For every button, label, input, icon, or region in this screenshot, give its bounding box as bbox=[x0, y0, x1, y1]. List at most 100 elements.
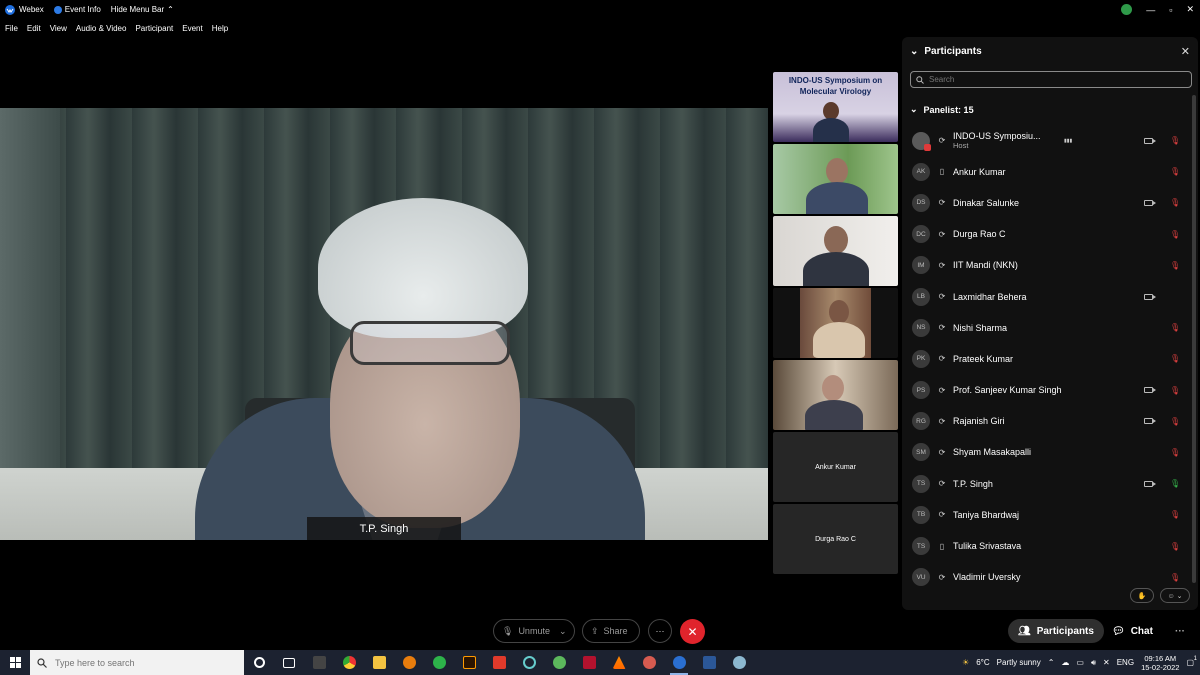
thumbnail-participant-2[interactable] bbox=[773, 144, 898, 214]
menu-file[interactable]: File bbox=[5, 24, 18, 33]
taskbar-search-input[interactable] bbox=[55, 657, 225, 668]
word-app-icon[interactable] bbox=[694, 650, 724, 675]
file-explorer-icon[interactable] bbox=[364, 650, 394, 675]
share-button[interactable]: ⇪ Share bbox=[582, 619, 640, 643]
close-panel-button[interactable]: ✕ bbox=[1181, 45, 1190, 58]
screen-recorder-icon[interactable] bbox=[484, 650, 514, 675]
menu-edit[interactable]: Edit bbox=[27, 24, 41, 33]
info-icon bbox=[53, 5, 62, 14]
mic-muted-icon[interactable]: 🎙︎ bbox=[1170, 386, 1180, 395]
weather-temperature[interactable]: 6°C bbox=[976, 658, 989, 667]
participant-row[interactable]: IM ⟳ IIT Mandi (NKN) 🎙︎ bbox=[912, 250, 1188, 281]
clock[interactable]: 09:16 AM 15-02-2022 bbox=[1141, 654, 1179, 672]
torrent-app-icon[interactable] bbox=[544, 650, 574, 675]
menu-audio-video[interactable]: Audio & Video bbox=[76, 24, 127, 33]
participant-row[interactable]: RG ⟳ Rajanish Giri 🎙︎ bbox=[912, 406, 1188, 437]
reactions-button[interactable]: ☺ ⌄ bbox=[1160, 588, 1190, 603]
blender-app-icon[interactable] bbox=[394, 650, 424, 675]
event-info-button[interactable]: Event Info bbox=[53, 5, 101, 14]
thumbnail-face bbox=[826, 158, 848, 184]
cloud-icon[interactable]: ☁ bbox=[1061, 658, 1069, 667]
participant-row[interactable]: TS ▯ Tulika Srivastava 🎙︎ bbox=[912, 530, 1188, 561]
language-indicator[interactable]: ENG bbox=[1117, 658, 1134, 667]
chevron-up-icon[interactable]: ⌃ bbox=[1048, 658, 1055, 667]
panel-header[interactable]: ⌄ Participants bbox=[910, 46, 982, 57]
volume-icon[interactable]: 🔊︎ bbox=[1091, 658, 1096, 668]
mendeley-app-icon[interactable] bbox=[574, 650, 604, 675]
paint-app-icon[interactable] bbox=[724, 650, 754, 675]
participant-row[interactable]: AK ▯ Ankur Kumar 🎙︎ bbox=[912, 156, 1188, 187]
task-view-icon[interactable] bbox=[274, 650, 304, 675]
search-input[interactable] bbox=[929, 75, 1179, 84]
participant-row[interactable]: NS ⟳ Nishi Sharma 🎙︎ bbox=[912, 312, 1188, 343]
hide-menu-bar-button[interactable]: Hide Menu Bar ⌃ bbox=[111, 5, 174, 14]
participant-row[interactable]: LB ⟳ Laxmidhar Behera bbox=[912, 281, 1188, 312]
mic-muted-icon[interactable]: 🎙︎ bbox=[1170, 261, 1180, 270]
display-icon[interactable]: ✕ bbox=[1103, 658, 1110, 667]
participant-row[interactable]: DC ⟳ Durga Rao C 🎙︎ bbox=[912, 219, 1188, 250]
leave-meeting-button[interactable]: ✕ bbox=[680, 619, 705, 644]
thumbnail-participant-3[interactable] bbox=[773, 216, 898, 286]
notion-app-icon[interactable] bbox=[304, 650, 334, 675]
menu-event[interactable]: Event bbox=[182, 24, 202, 33]
illustrator-app-icon[interactable] bbox=[454, 650, 484, 675]
mic-muted-icon[interactable]: 🎙︎ bbox=[1170, 354, 1180, 363]
cortana-icon[interactable] bbox=[244, 650, 274, 675]
chrome-app-icon[interactable] bbox=[334, 650, 364, 675]
participant-row[interactable]: PK ⟳ Prateek Kumar 🎙︎ bbox=[912, 343, 1188, 374]
user-avatar[interactable] bbox=[1121, 4, 1133, 15]
thumbnail-participant-5[interactable] bbox=[773, 360, 898, 430]
webex-app-icon[interactable] bbox=[664, 650, 694, 675]
mic-muted-icon[interactable]: 🎙︎ bbox=[1170, 230, 1180, 239]
chat-toggle-button[interactable]: 💬︎ Chat bbox=[1102, 619, 1163, 643]
mic-muted-icon[interactable]: 🎙︎ bbox=[1170, 167, 1180, 176]
thumbnail-participant-4[interactable] bbox=[773, 288, 898, 358]
main-video-stage[interactable]: T.P. Singh bbox=[0, 108, 768, 540]
mic-muted-icon[interactable]: 🎙︎ bbox=[1170, 510, 1180, 519]
participant-row[interactable]: TS ⟳ T.P. Singh 🎙︎ bbox=[912, 468, 1188, 499]
menu-help[interactable]: Help bbox=[212, 24, 228, 33]
participant-search[interactable] bbox=[910, 71, 1192, 88]
mic-muted-icon[interactable]: 🎙︎ bbox=[1170, 136, 1180, 145]
participant-row[interactable]: SM ⟳ Shyam Masakapalli 🎙︎ bbox=[912, 437, 1188, 468]
mic-muted-icon[interactable]: 🎙︎ bbox=[1170, 448, 1180, 457]
participant-row[interactable]: ⟳ INDO-US Symposiu... Host ▮▮▮ 🎙︎ bbox=[912, 125, 1188, 156]
thumbnail-durga-rao[interactable]: Durga Rao C bbox=[773, 504, 898, 574]
photos-app-icon[interactable] bbox=[634, 650, 664, 675]
circle-app-icon[interactable] bbox=[514, 650, 544, 675]
mic-muted-icon[interactable]: 🎙︎ bbox=[1170, 542, 1180, 551]
weather-description[interactable]: Partly sunny bbox=[997, 658, 1041, 667]
taskbar-search[interactable] bbox=[30, 650, 244, 675]
thumbnail-host-slide[interactable]: INDO-US Symposium on Molecular Virology bbox=[773, 72, 898, 142]
mic-muted-icon[interactable]: 🎙︎ bbox=[1170, 417, 1180, 426]
participants-toggle-button[interactable]: 👥︎ Participants bbox=[1008, 619, 1104, 643]
more-options-button[interactable]: ··· bbox=[648, 619, 672, 643]
mic-muted-icon[interactable]: 🎙︎ bbox=[1170, 573, 1180, 582]
panel-scrollbar[interactable] bbox=[1192, 95, 1196, 583]
menu-view[interactable]: View bbox=[50, 24, 67, 33]
network-icon[interactable]: ▭ bbox=[1076, 658, 1084, 667]
maximize-button[interactable]: ▫ bbox=[1169, 5, 1172, 15]
greenshot-app-icon[interactable] bbox=[424, 650, 454, 675]
participant-avatar: TS bbox=[912, 537, 930, 556]
mic-muted-icon[interactable]: 🎙︎ bbox=[1170, 198, 1180, 207]
mic-muted-icon[interactable]: 🎙︎ bbox=[1170, 323, 1180, 332]
unmute-button[interactable]: 🎙︎ Unmute ⌄ bbox=[493, 619, 575, 643]
participant-name: Taniya Bhardwaj bbox=[953, 509, 1020, 520]
minimize-button[interactable]: — bbox=[1146, 5, 1155, 15]
panelist-group-header[interactable]: ⌄ Panelist: 15 bbox=[910, 104, 974, 115]
menu-participant[interactable]: Participant bbox=[135, 24, 173, 33]
vlc-app-icon[interactable] bbox=[604, 650, 634, 675]
notifications-icon[interactable]: ▢ 1 bbox=[1186, 656, 1197, 667]
participant-row[interactable]: DS ⟳ Dinakar Salunke 🎙︎ bbox=[912, 187, 1188, 218]
overflow-button[interactable]: ··· bbox=[1165, 619, 1195, 643]
thumbnail-ankur-kumar[interactable]: Ankur Kumar bbox=[773, 432, 898, 502]
close-window-button[interactable]: ✕ bbox=[1186, 4, 1194, 15]
chat-icon: 💬︎ bbox=[1112, 625, 1125, 637]
start-button[interactable] bbox=[0, 650, 30, 675]
mic-on-icon[interactable]: 🎙︎ bbox=[1170, 479, 1180, 488]
participant-avatar: SM bbox=[912, 443, 930, 462]
raise-hand-button[interactable]: ✋ bbox=[1130, 588, 1154, 603]
participant-row[interactable]: TB ⟳ Taniya Bhardwaj 🎙︎ bbox=[912, 499, 1188, 530]
participant-row[interactable]: PS ⟳ Prof. Sanjeev Kumar Singh 🎙︎ bbox=[912, 375, 1188, 406]
